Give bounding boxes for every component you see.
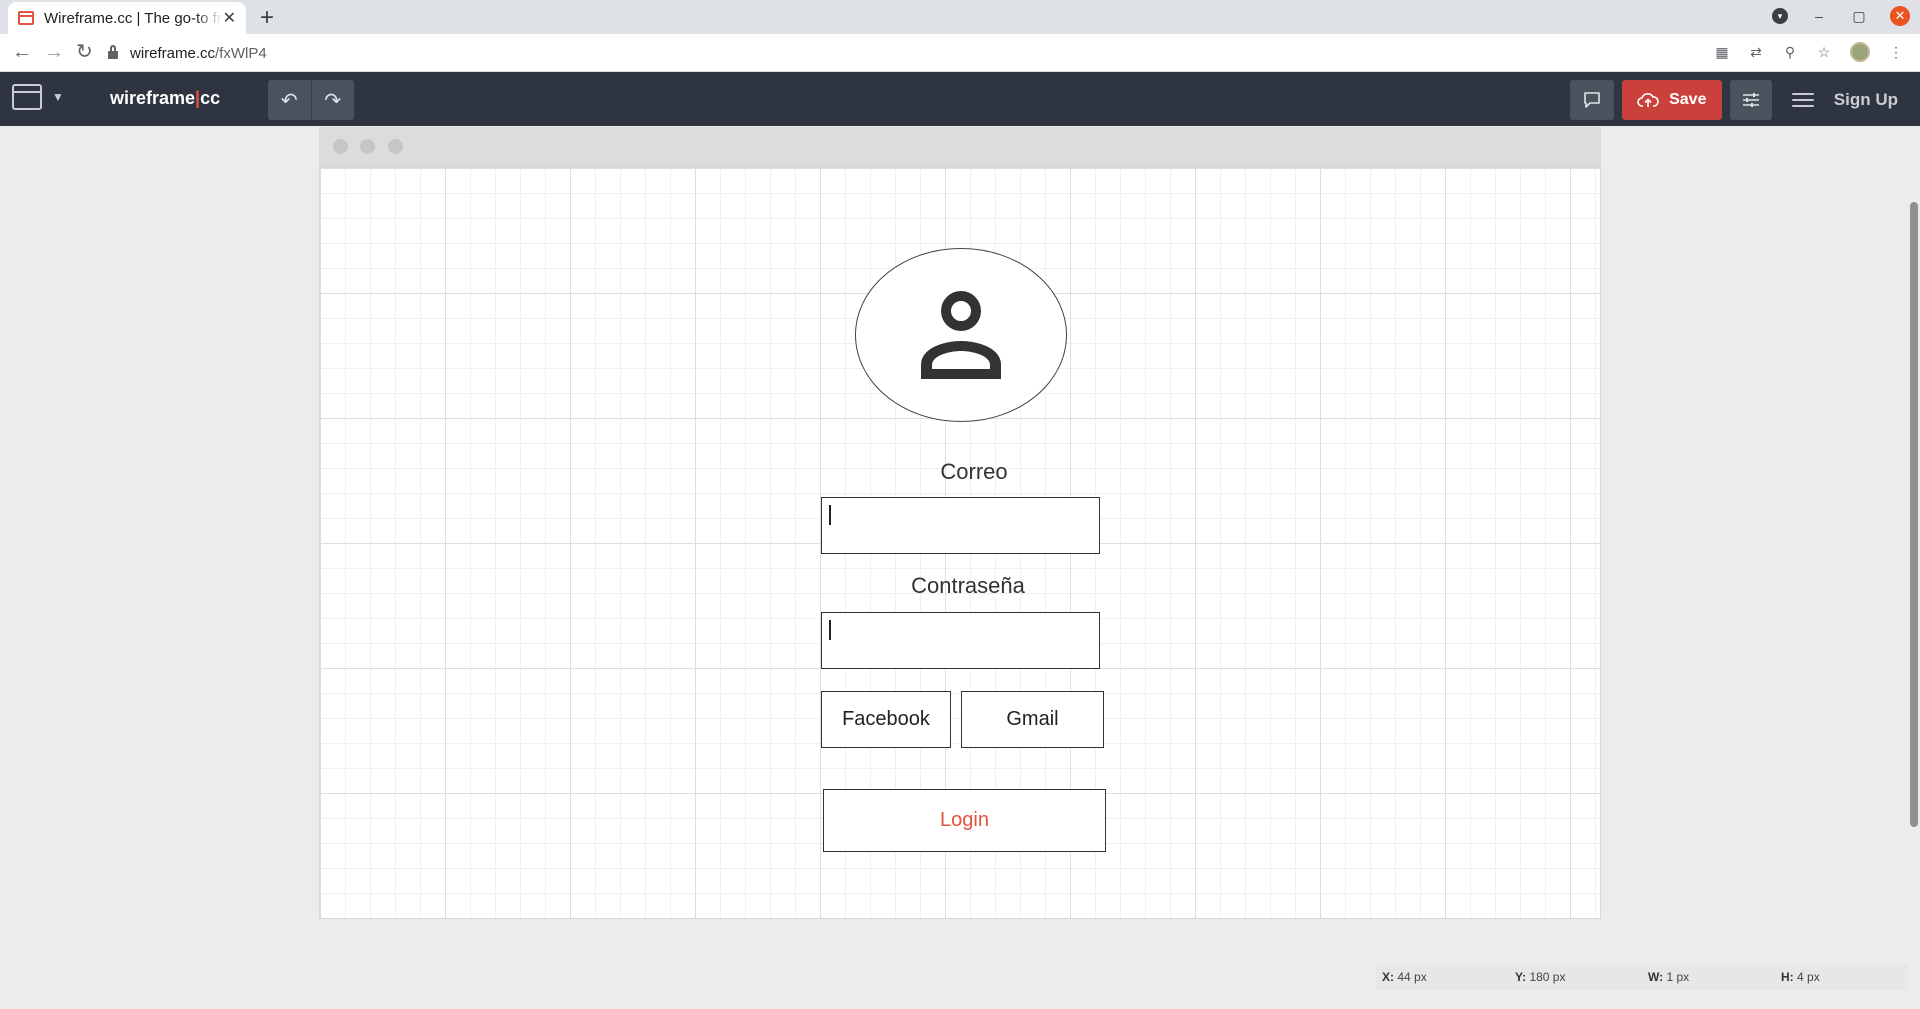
- facebook-button[interactable]: Facebook: [821, 691, 951, 748]
- hamburger-menu-icon[interactable]: [1791, 93, 1814, 107]
- status-h: H: 4 px: [1781, 970, 1820, 984]
- zoom-icon[interactable]: ⚲: [1782, 44, 1798, 60]
- address-bar: ← → ↻ wireframe.cc/fxWlP4 ▦ ⇄ ⚲ ☆ ⋮: [0, 34, 1920, 72]
- sliders-icon: [1742, 93, 1759, 107]
- undo-icon[interactable]: ↶: [268, 80, 312, 120]
- history-controls: ↶ ↷: [268, 80, 354, 120]
- reload-icon[interactable]: ↻: [76, 42, 93, 62]
- status-x: X: 44 px: [1382, 970, 1427, 984]
- browser-window-icon: [12, 84, 42, 110]
- browser-menu-icon[interactable]: ⋮: [1888, 44, 1904, 60]
- comment-icon: [1583, 92, 1600, 108]
- app-logo[interactable]: wireframe|cc: [110, 88, 220, 109]
- frame-dot: [388, 139, 403, 154]
- url-host: wireframe.cc: [130, 44, 216, 62]
- close-window-button[interactable]: ✕: [1890, 6, 1910, 26]
- element-status-bar: X: 44 px Y: 180 px W: 1 px H: 4 px: [1376, 964, 1908, 990]
- logo-text-right: cc: [200, 88, 221, 108]
- settings-button[interactable]: [1729, 80, 1772, 120]
- login-button[interactable]: Login: [823, 789, 1106, 852]
- window-controls: ▾ – ▢ ✕: [1772, 6, 1910, 26]
- password-label[interactable]: Contraseña: [888, 573, 1048, 599]
- url-path: /fxWlP4: [215, 44, 267, 62]
- save-label: Save: [1669, 91, 1707, 108]
- back-arrow-icon[interactable]: ←: [12, 42, 32, 62]
- email-field[interactable]: [821, 497, 1100, 554]
- wireframe-canvas[interactable]: Correo Contraseña Facebook Gmail Login: [319, 167, 1601, 919]
- person-icon: [921, 291, 1001, 379]
- new-tab-button[interactable]: +: [260, 4, 274, 32]
- status-y: Y: 180 px: [1515, 970, 1566, 984]
- project-menu-button[interactable]: ▼: [12, 84, 64, 110]
- tab-search-icon[interactable]: ▾: [1772, 8, 1788, 24]
- avatar-placeholder[interactable]: [855, 248, 1067, 422]
- toolbar-actions: Save Sign Up: [1569, 80, 1920, 120]
- translate-icon[interactable]: ⇄: [1748, 44, 1764, 60]
- frame-dot: [360, 139, 375, 154]
- vertical-scrollbar[interactable]: [1908, 126, 1920, 1009]
- profile-avatar[interactable]: [1850, 42, 1870, 62]
- wireframe-favicon-icon: [18, 11, 34, 25]
- tab-title: Wireframe.cc | The go-to free online wir…: [44, 9, 222, 27]
- comment-button[interactable]: [1569, 80, 1614, 120]
- cloud-upload-icon: [1637, 93, 1659, 107]
- forward-arrow-icon[interactable]: →: [44, 42, 64, 62]
- scrollbar-thumb[interactable]: [1910, 202, 1918, 827]
- email-label[interactable]: Correo: [924, 459, 1024, 485]
- redo-icon[interactable]: ↷: [311, 80, 354, 120]
- logo-text-left: wireframe: [110, 88, 196, 108]
- address-bar-actions: ▦ ⇄ ⚲ ☆ ⋮: [1714, 42, 1904, 62]
- browser-tab-strip: Wireframe.cc | The go-to free online wir…: [0, 0, 1920, 34]
- bookmark-star-icon[interactable]: ☆: [1816, 44, 1832, 60]
- text-caret: [829, 505, 831, 525]
- sign-up-link[interactable]: Sign Up: [1834, 90, 1898, 110]
- save-button[interactable]: Save: [1621, 80, 1722, 120]
- browser-tab[interactable]: Wireframe.cc | The go-to free online wir…: [8, 2, 246, 34]
- frame-dot: [333, 139, 348, 154]
- tab-close-icon[interactable]: ✕: [223, 8, 236, 28]
- lock-icon: [108, 45, 118, 59]
- qr-code-icon[interactable]: ▦: [1714, 44, 1730, 60]
- status-w: W: 1 px: [1648, 970, 1690, 984]
- gmail-button[interactable]: Gmail: [961, 691, 1104, 748]
- text-caret: [829, 620, 831, 640]
- frame-browser-header: [319, 127, 1601, 167]
- minimize-button[interactable]: –: [1810, 8, 1828, 24]
- chevron-down-icon: ▼: [52, 90, 64, 104]
- restore-button[interactable]: ▢: [1850, 8, 1868, 25]
- url-field[interactable]: wireframe.cc/fxWlP4: [108, 38, 1718, 68]
- password-field[interactable]: [821, 612, 1100, 669]
- app-toolbar: ▼ wireframe|cc ↶ ↷ Save Sign Up: [0, 72, 1920, 126]
